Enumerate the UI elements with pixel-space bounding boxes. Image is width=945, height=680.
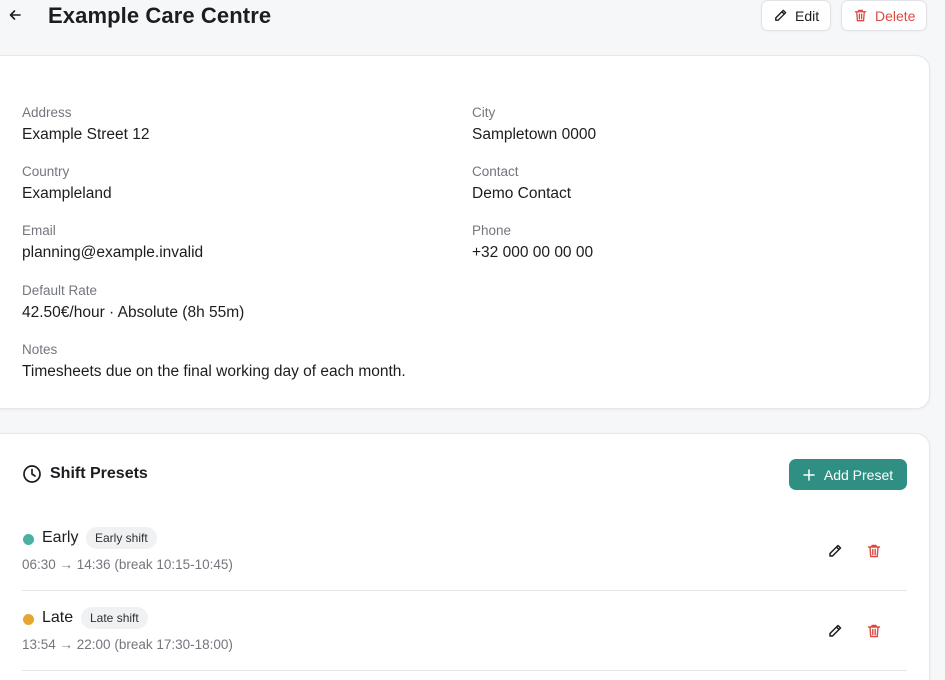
email-label: Email [22,223,56,238]
preset-row: Late Late shift 13:54 → 22:00 (break 17:… [22,591,907,671]
row-divider [22,670,907,671]
notes-field: Notes Timesheets due on the final workin… [22,342,406,381]
pencil-icon [829,624,842,637]
edit-button-label: Edit [795,7,820,24]
phone-label: Phone [472,223,512,238]
delete-preset-button[interactable] [864,621,884,641]
edit-preset-button[interactable] [825,621,845,641]
arrow-left-icon [9,10,21,20]
email-value: planning@example.invalid [22,244,204,261]
pencil-icon [775,9,787,21]
edit-preset-button[interactable] [825,541,845,561]
contact-field: Contact Demo Contact [472,164,571,203]
country-value: Exampleland [22,185,112,202]
preset-row: Early Early shift 06:30 → 14:36 (break 1… [22,511,907,591]
rate-value: 42.50€/hour · Absolute (8h 55m) [22,304,245,321]
country-field: Country Exampleland [22,164,112,203]
preset-times: 06:30 → 14:36 (break 10:15-10:45) [22,557,233,572]
city-value: Sampletown 0000 [472,126,597,143]
delete-preset-button[interactable] [864,541,884,561]
address-label: Address [22,105,72,120]
shift-presets-card: Shift Presets Add Preset Early Early shi… [0,433,930,680]
country-label: Country [22,164,70,179]
notes-label: Notes [22,342,58,357]
section-title: Shift Presets [22,464,148,484]
preset-times: 13:54 → 22:00 (break 17:30-18:00) [22,637,233,652]
preset-name: Late [42,609,74,626]
add-preset-label: Add Preset [823,466,894,483]
page-title: Example Care Centre [48,3,272,28]
address-value: Example Street 12 [22,126,150,143]
edit-button[interactable]: Edit [761,0,832,31]
preset-name: Early [42,529,79,546]
pencil-icon [829,544,842,557]
notes-value: Timesheets due on the final working day … [22,363,406,380]
section-title-label: Shift Presets [50,465,148,482]
rate-label: Default Rate [22,283,98,298]
delete-button[interactable]: Delete [841,0,928,31]
preset-color-dot [23,534,34,545]
page-header: Example Care Centre Edit Delete [0,0,945,34]
add-preset-button[interactable]: Add Preset [789,459,907,490]
back-button[interactable] [6,4,24,26]
contact-label: Contact [472,164,519,179]
email-field: Email planning@example.invalid [22,223,203,262]
trash-icon [867,544,881,558]
phone-field: Phone +32 000 00 00 00 [472,223,593,262]
preset-color-dot [23,614,34,625]
city-field: City Sampletown 0000 [472,105,596,144]
trash-icon [854,9,867,22]
delete-button-label: Delete [875,7,916,24]
rate-field: Default Rate 42.50€/hour · Absolute (8h … [22,283,244,322]
details-card: Address Example Street 12 City Sampletow… [0,55,930,409]
preset-tag: Late shift [81,607,148,629]
contact-value: Demo Contact [472,185,572,202]
trash-icon [867,624,881,638]
city-label: City [472,105,496,120]
plus-icon [803,468,815,481]
preset-tag: Early shift [86,527,157,549]
clock-icon [23,465,41,483]
phone-value: +32 000 00 00 00 [472,244,594,261]
address-field: Address Example Street 12 [22,105,150,144]
